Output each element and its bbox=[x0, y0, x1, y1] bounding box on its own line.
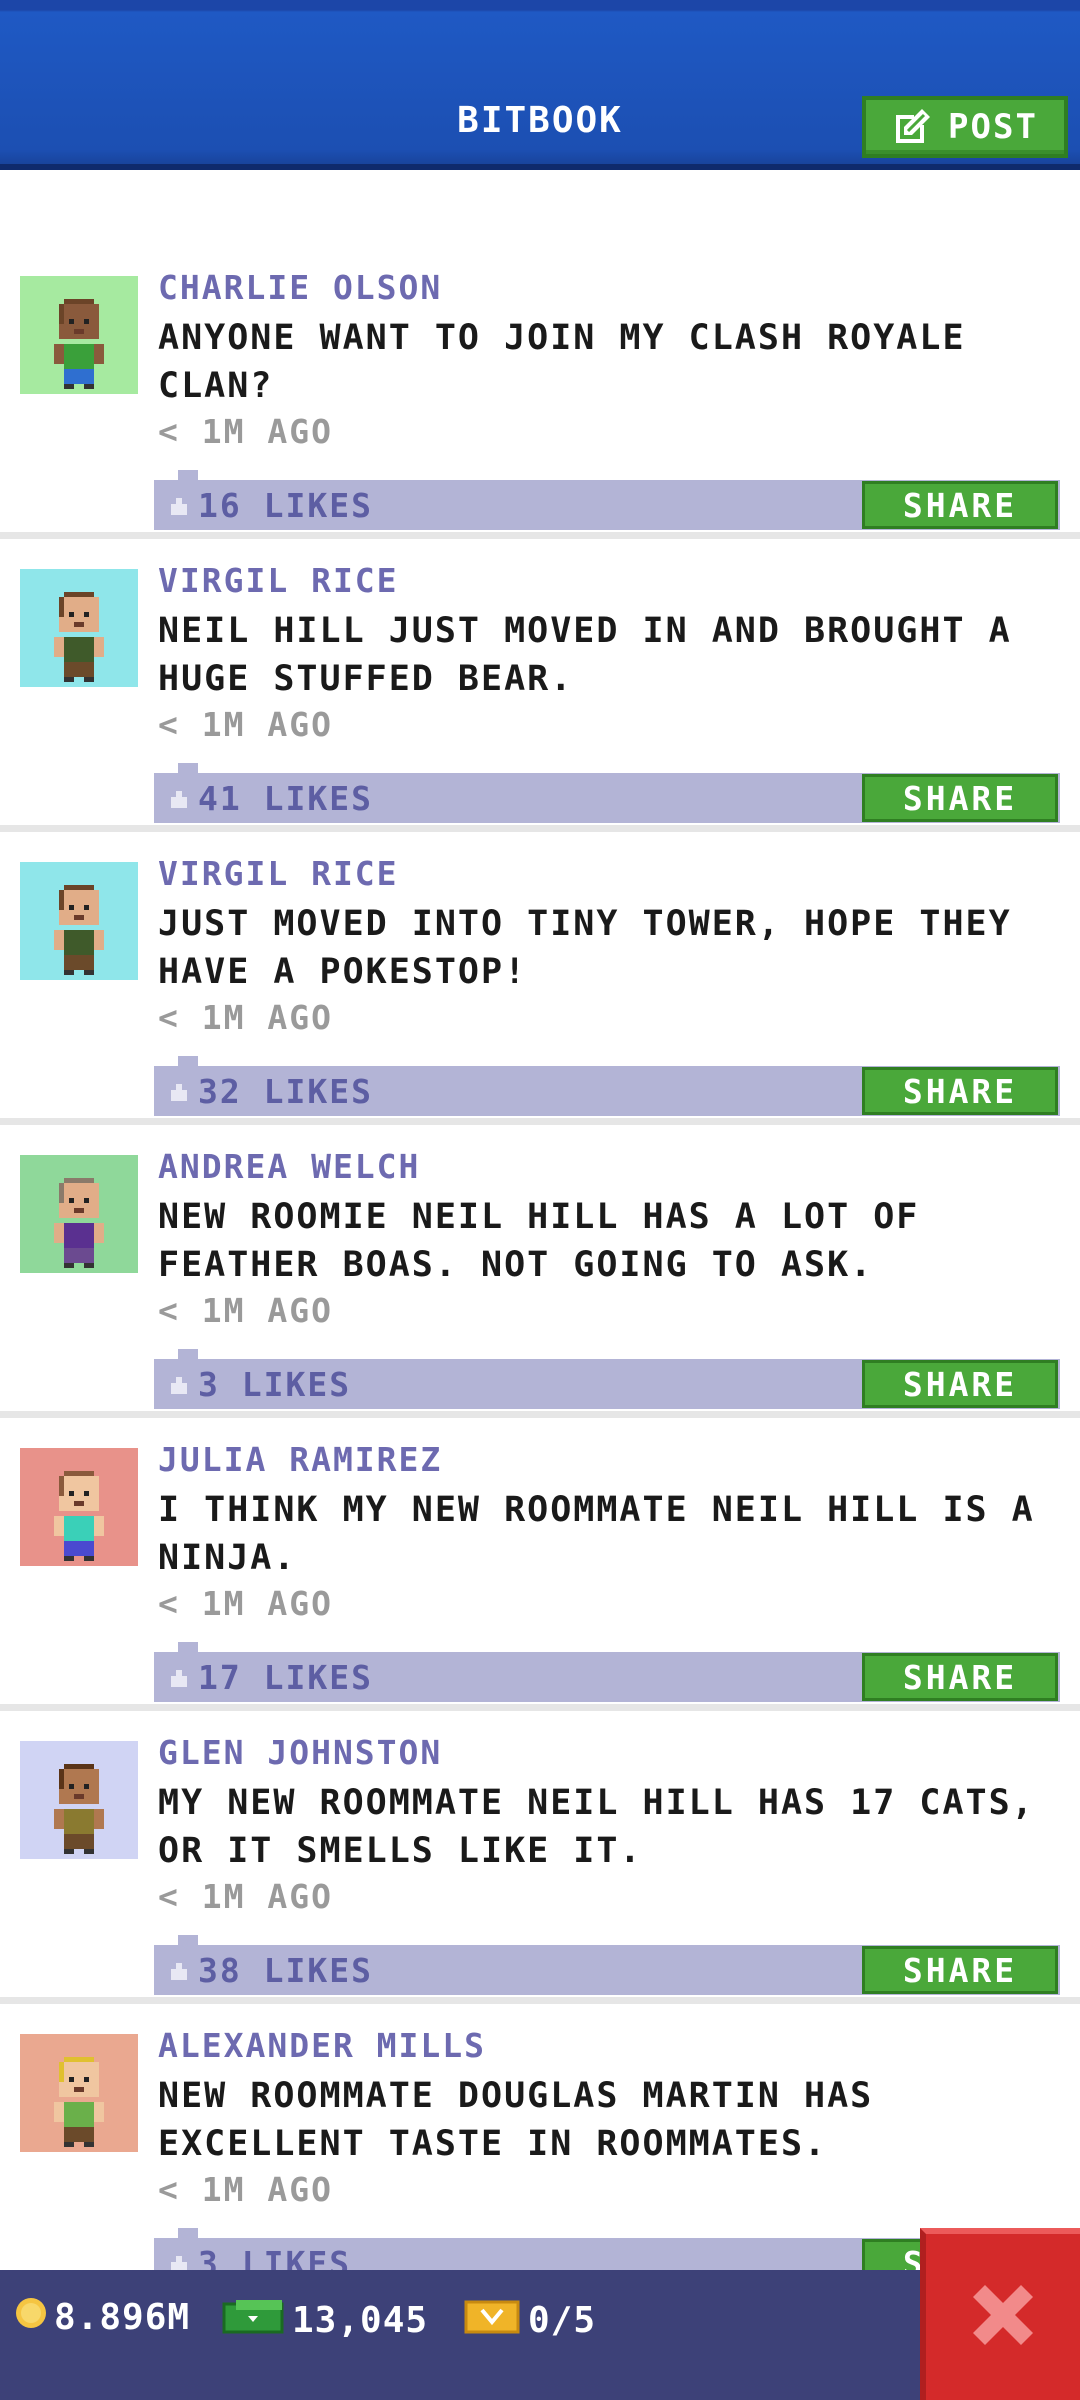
likes-label: 17 LIKES bbox=[198, 1658, 373, 1697]
avatar[interactable] bbox=[20, 1155, 138, 1273]
post-author[interactable]: JULIA RAMIREZ bbox=[158, 1440, 442, 1479]
close-icon bbox=[965, 2277, 1041, 2357]
like-bar: 3 LIKES SHARE bbox=[154, 1349, 1060, 1409]
bux-icon bbox=[222, 2296, 286, 2345]
like-bar: 38 LIKES SHARE bbox=[154, 1935, 1060, 1995]
post-time: < 1M AGO bbox=[158, 1291, 333, 1330]
post-time: < 1M AGO bbox=[158, 998, 333, 1037]
like-bar: 17 LIKES SHARE bbox=[154, 1642, 1060, 1702]
feed-post: GLEN JOHNSTON MY NEW ROOMMATE NEIL HILL H… bbox=[0, 1711, 1080, 2004]
likes-count[interactable]: 17 LIKES bbox=[168, 1658, 373, 1697]
post-time: < 1M AGO bbox=[158, 412, 333, 451]
avatar[interactable] bbox=[20, 862, 138, 980]
share-button[interactable]: SHARE bbox=[862, 774, 1058, 822]
likes-count[interactable]: 16 LIKES bbox=[168, 486, 373, 525]
post-message: ANYONE WANT TO JOIN MY CLASH ROYALE CLAN… bbox=[158, 318, 966, 406]
likes-count[interactable]: 32 LIKES bbox=[168, 1072, 373, 1111]
top-bar: BITBOOK POST bbox=[0, 0, 1080, 170]
likes-label: 41 LIKES bbox=[198, 779, 373, 818]
post-message: I THINK MY NEW ROOMMATE NEIL HILL IS A N… bbox=[158, 1490, 1035, 1578]
post-button-label: POST bbox=[948, 107, 1038, 147]
likes-count[interactable]: 38 LIKES bbox=[168, 1951, 373, 1990]
post-message: MY NEW ROOMMATE NEIL HILL HAS 17 CATS, O… bbox=[158, 1783, 1035, 1871]
post-button[interactable]: POST bbox=[862, 96, 1068, 158]
tickets-value: 0/5 bbox=[528, 2300, 597, 2341]
like-bar: 32 LIKES SHARE bbox=[154, 1056, 1060, 1116]
feed-post: VIRGIL RICE JUST MOVED INTO TINY TOWER, H… bbox=[0, 832, 1080, 1125]
share-button[interactable]: SHARE bbox=[862, 481, 1058, 529]
avatar[interactable] bbox=[20, 569, 138, 687]
share-button[interactable]: SHARE bbox=[862, 1067, 1058, 1115]
resource-bar: 8.896M 13,045 0/5 bbox=[0, 2270, 1080, 2400]
avatar[interactable] bbox=[20, 276, 138, 394]
post-message: NEW ROOMMATE DOUGLAS MARTIN HAS EXCELLEN… bbox=[158, 2076, 874, 2164]
tickets-stat: 0/5 bbox=[464, 2296, 596, 2345]
thumbs-up-icon bbox=[168, 1365, 190, 1404]
share-button[interactable]: SHARE bbox=[862, 1946, 1058, 1994]
avatar[interactable] bbox=[20, 2034, 138, 2152]
feed-post: JULIA RAMIREZ I THINK MY NEW ROOMMATE NEI… bbox=[0, 1418, 1080, 1711]
thumbs-up-icon bbox=[168, 486, 190, 525]
post-time: < 1M AGO bbox=[158, 1584, 333, 1623]
post-message: JUST MOVED INTO TINY TOWER, HOPE THEY HA… bbox=[158, 904, 1012, 992]
like-bar: 16 LIKES SHARE bbox=[154, 470, 1060, 530]
post-author[interactable]: VIRGIL RICE bbox=[158, 854, 399, 893]
feed-post: CHARLIE OLSON ANYONE WANT TO JOIN MY CLAS… bbox=[0, 246, 1080, 539]
close-button[interactable] bbox=[920, 2228, 1080, 2400]
post-time: < 1M AGO bbox=[158, 1877, 333, 1916]
likes-label: 16 LIKES bbox=[198, 486, 373, 525]
post-author[interactable]: ANDREA WELCH bbox=[158, 1147, 420, 1186]
post-author[interactable]: ALEXANDER MILLS bbox=[158, 2026, 486, 2065]
likes-count[interactable]: 3 LIKES bbox=[168, 1365, 351, 1404]
ticket-icon bbox=[464, 2296, 522, 2345]
post-time: < 1M AGO bbox=[158, 705, 333, 744]
coins-stat: 8.896M bbox=[14, 2296, 190, 2339]
thumbs-up-icon bbox=[168, 1951, 190, 1990]
like-bar: 41 LIKES SHARE bbox=[154, 763, 1060, 823]
feed-post: ALEXANDER MILLS NEW ROOMMATE DOUGLAS MART… bbox=[0, 2004, 1080, 2297]
share-button[interactable]: SHARE bbox=[862, 1653, 1058, 1701]
avatar[interactable] bbox=[20, 1448, 138, 1566]
thumbs-up-icon bbox=[168, 779, 190, 818]
post-author[interactable]: VIRGIL RICE bbox=[158, 561, 399, 600]
likes-label: 3 LIKES bbox=[198, 1365, 352, 1404]
bux-stat: 13,045 bbox=[222, 2296, 428, 2345]
avatar[interactable] bbox=[20, 1741, 138, 1859]
thumbs-up-icon bbox=[168, 1658, 190, 1697]
post-time: < 1M AGO bbox=[158, 2170, 333, 2209]
feed-post: VIRGIL RICE NEIL HILL JUST MOVED IN AND B… bbox=[0, 539, 1080, 832]
coin-icon bbox=[14, 2296, 48, 2339]
compose-icon bbox=[892, 107, 932, 147]
post-message: NEW ROOMIE NEIL HILL HAS A LOT OF FEATHE… bbox=[158, 1197, 920, 1285]
share-button[interactable]: SHARE bbox=[862, 1360, 1058, 1408]
bux-value: 13,045 bbox=[292, 2300, 429, 2341]
likes-count[interactable]: 41 LIKES bbox=[168, 779, 373, 818]
thumbs-up-icon bbox=[168, 1072, 190, 1111]
likes-label: 32 LIKES bbox=[198, 1072, 373, 1111]
news-feed[interactable]: CHARLIE OLSON ANYONE WANT TO JOIN MY CLAS… bbox=[0, 246, 1080, 2297]
post-message: NEIL HILL JUST MOVED IN AND BROUGHT A HU… bbox=[158, 611, 1012, 699]
post-author[interactable]: CHARLIE OLSON bbox=[158, 268, 442, 307]
likes-label: 38 LIKES bbox=[198, 1951, 373, 1990]
post-author[interactable]: GLEN JOHNSTON bbox=[158, 1733, 442, 1772]
coins-value: 8.896M bbox=[54, 2297, 191, 2338]
feed-post: ANDREA WELCH NEW ROOMIE NEIL HILL HAS A L… bbox=[0, 1125, 1080, 1418]
